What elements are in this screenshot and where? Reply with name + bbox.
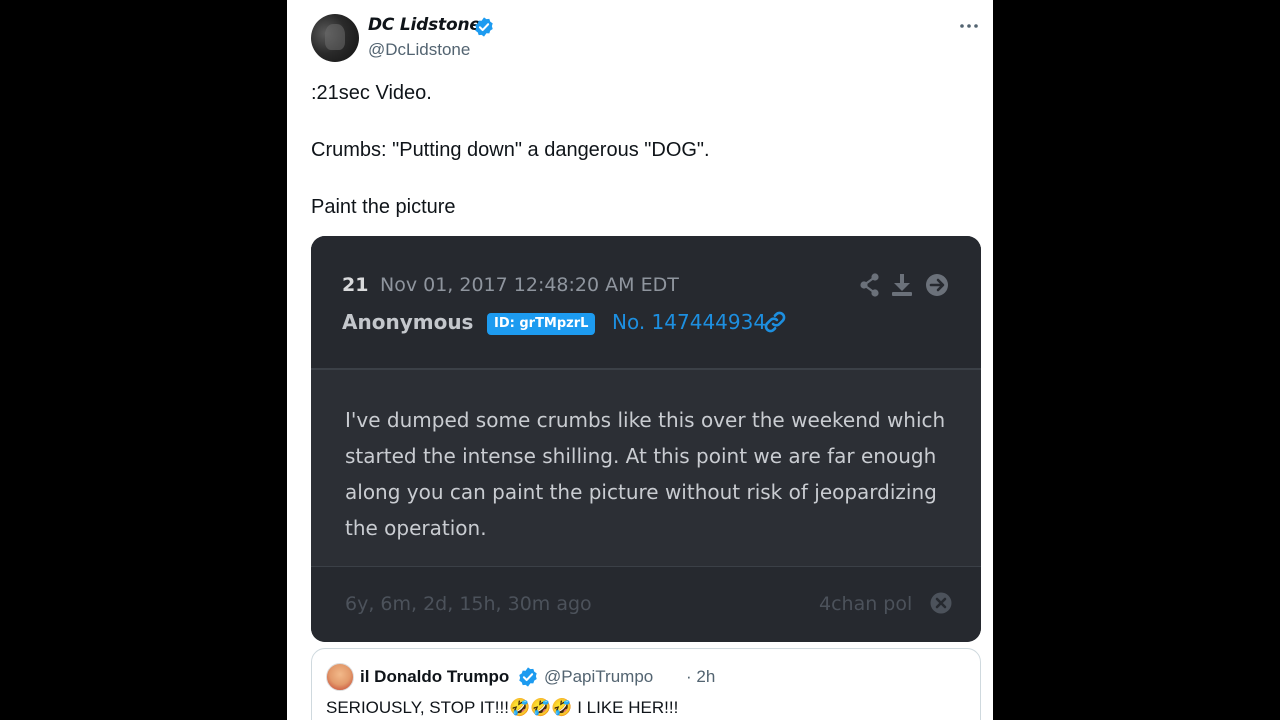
tweet-text-line: :21sec Video. bbox=[311, 82, 432, 104]
quoted-display-name[interactable]: il Donaldo Trumpo bbox=[360, 667, 509, 687]
tweet-text-line: Crumbs: "Putting down" a dangerous "DOG"… bbox=[311, 139, 710, 161]
forward-icon bbox=[926, 274, 948, 296]
post-author: Anonymous bbox=[342, 310, 474, 334]
tweet: DC Lidstone @DcLidstone :21sec Video. Cr… bbox=[287, 0, 993, 720]
verified-badge-icon bbox=[475, 17, 493, 37]
display-name[interactable]: DC Lidstone bbox=[368, 15, 481, 35]
post-source: 4chan pol bbox=[819, 593, 913, 615]
download-icon bbox=[892, 274, 912, 296]
post-header: 21 Nov 01, 2017 12:48:20 AM EDT Anonymou… bbox=[311, 236, 981, 369]
quoted-timestamp[interactable]: · 2h bbox=[686, 667, 715, 687]
post-footer: 6y, 6m, 2d, 15h, 30m ago 4chan pol bbox=[311, 567, 981, 642]
quoted-text-main: SERIOUSLY, STOP IT!!! bbox=[326, 698, 509, 717]
quoted-tweet[interactable]: il Donaldo Trumpo @PapiTrumpo · 2h SERIO… bbox=[311, 648, 981, 720]
post-number: 21 bbox=[342, 274, 369, 296]
laughing-emoji: 🤣🤣🤣 bbox=[508, 698, 573, 717]
quoted-text: SERIOUSLY, STOP IT!!!🤣🤣🤣 I LIKE HER!!! bbox=[326, 698, 678, 718]
quoted-user-avatar[interactable] bbox=[326, 663, 354, 691]
quoted-handle[interactable]: @PapiTrumpo bbox=[544, 667, 653, 687]
share-icon bbox=[860, 273, 879, 297]
tweet-text-line: Paint the picture bbox=[311, 196, 456, 218]
link-icon[interactable] bbox=[763, 310, 787, 334]
post-no-link[interactable]: No. 147444934 bbox=[612, 310, 766, 334]
more-options-icon[interactable] bbox=[957, 14, 981, 38]
post-body: I've dumped some crumbs like this over t… bbox=[311, 370, 981, 566]
close-icon bbox=[930, 592, 952, 614]
post-date: Nov 01, 2017 12:48:20 AM EDT bbox=[380, 274, 679, 296]
post-actions bbox=[860, 273, 948, 297]
verified-badge-icon bbox=[519, 667, 537, 687]
user-handle[interactable]: @DcLidstone bbox=[368, 40, 470, 60]
user-avatar[interactable] bbox=[311, 14, 359, 62]
quoted-text-tail: I LIKE HER!!! bbox=[572, 698, 679, 717]
poster-id-badge: ID: grTMpzrL bbox=[487, 313, 596, 335]
post-age: 6y, 6m, 2d, 15h, 30m ago bbox=[345, 593, 592, 615]
embedded-post-image[interactable]: 21 Nov 01, 2017 12:48:20 AM EDT Anonymou… bbox=[311, 236, 981, 642]
post-body-text: I've dumped some crumbs like this over t… bbox=[345, 408, 946, 540]
